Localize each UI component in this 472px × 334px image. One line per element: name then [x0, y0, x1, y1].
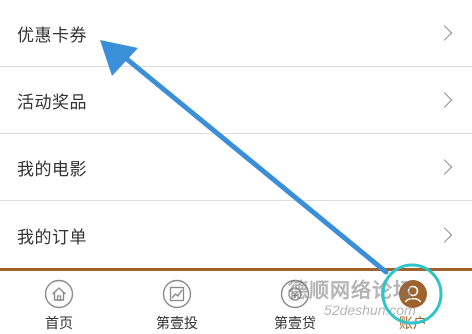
bottom-tab-bar: 首页 第壹投 第壹贷 账户 [0, 268, 472, 334]
loan-icon [280, 279, 310, 309]
menu-item-prizes[interactable]: 活动奖品 [0, 67, 472, 134]
tab-invest[interactable]: 第壹投 [118, 271, 236, 334]
chevron-right-icon [436, 92, 453, 108]
account-avatar-icon [399, 280, 427, 308]
tab-label: 第壹贷 [274, 316, 316, 332]
menu-item-label: 活动奖品 [17, 92, 87, 113]
chevron-right-icon [436, 25, 453, 41]
tab-label: 首页 [45, 316, 73, 332]
tab-label: 账户 [399, 316, 427, 332]
chevron-right-icon [436, 227, 453, 243]
menu-item-label: 我的订单 [17, 227, 87, 248]
tab-label: 第壹投 [156, 316, 198, 332]
menu-item-orders[interactable]: 我的订单 [0, 201, 472, 269]
invest-chart-icon [162, 279, 192, 309]
menu-item-label: 我的电影 [17, 159, 87, 180]
home-icon [44, 279, 74, 309]
tab-home[interactable]: 首页 [0, 271, 118, 334]
menu-item-movies[interactable]: 我的电影 [0, 134, 472, 201]
menu-item-label: 优惠卡券 [17, 25, 87, 46]
tab-loan[interactable]: 第壹贷 [236, 271, 354, 334]
account-menu-list: 优惠卡券 活动奖品 我的电影 我的订单 [0, 0, 472, 269]
chevron-right-icon [436, 159, 453, 175]
tab-account[interactable]: 账户 [354, 271, 472, 334]
menu-item-coupons[interactable]: 优惠卡券 [0, 0, 472, 67]
